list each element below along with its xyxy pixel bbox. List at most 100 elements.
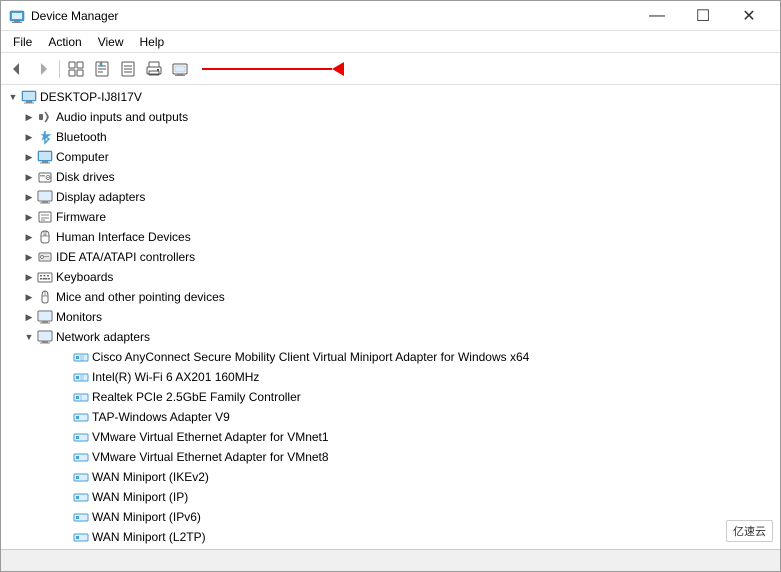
expander-audio[interactable]: ▶ (21, 109, 37, 125)
intel-wifi-label: Intel(R) Wi-Fi 6 AX201 160MHz (92, 370, 259, 384)
menu-view[interactable]: View (90, 33, 132, 51)
adapter-realtek-icon (73, 389, 89, 405)
menu-action[interactable]: Action (40, 33, 89, 51)
tree-node-firmware[interactable]: ▶ Firmware (1, 207, 780, 227)
tree-node-vmnet1[interactable]: ▶ VMware Virtual Ethernet Adapter for VM… (1, 427, 780, 447)
tree-node-root[interactable]: ▼ DESKTOP-IJ8I17V (1, 87, 780, 107)
bluetooth-icon (37, 129, 53, 145)
tree-node-tap[interactable]: ▶ TAP-Windows Adapter V9 (1, 407, 780, 427)
forward-button[interactable] (31, 57, 55, 81)
tree-node-wan-ip[interactable]: ▶ WAN Miniport (IP) (1, 487, 780, 507)
disk-icon (37, 169, 53, 185)
window-title: Device Manager (31, 9, 634, 23)
tap-label: TAP-Windows Adapter V9 (92, 410, 230, 424)
mouse-icon (37, 289, 53, 305)
device-manager-window: Device Manager — ☐ ✕ File Action View He… (0, 0, 781, 572)
menu-bar: File Action View Help (1, 31, 780, 53)
tree-node-intel-wifi[interactable]: ▶ Intel(R) Wi-Fi 6 AX201 160MHz (1, 367, 780, 387)
tree-node-display[interactable]: ▶ Display adapters (1, 187, 780, 207)
adapter-vmnet1-icon (73, 429, 89, 445)
expander-mouse[interactable]: ▶ (21, 289, 37, 305)
computer-icon (21, 89, 37, 105)
realtek-label: Realtek PCIe 2.5GbE Family Controller (92, 390, 301, 404)
display-label: Display adapters (56, 190, 145, 204)
vmnet1-label: VMware Virtual Ethernet Adapter for VMne… (92, 430, 329, 444)
tree-node-audio[interactable]: ▶ Audio inputs and outputs (1, 107, 780, 127)
monitor-icon (37, 309, 53, 325)
bluetooth-label: Bluetooth (56, 130, 107, 144)
status-bar (1, 549, 780, 571)
wan-ipv6-label: WAN Miniport (IPv6) (92, 510, 201, 524)
root-label: DESKTOP-IJ8I17V (40, 90, 142, 104)
tree-node-keyboard[interactable]: ▶ Keyboards (1, 267, 780, 287)
disk-label: Disk drives (56, 170, 115, 184)
network-icon (37, 329, 53, 345)
audio-icon (37, 109, 53, 125)
expander-firmware[interactable]: ▶ (21, 209, 37, 225)
tree-node-monitor[interactable]: ▶ Monitors (1, 307, 780, 327)
keyboard-label: Keyboards (56, 270, 113, 284)
vmnet8-label: VMware Virtual Ethernet Adapter for VMne… (92, 450, 329, 464)
expander-bluetooth[interactable]: ▶ (21, 129, 37, 145)
expander-hid[interactable]: ▶ (21, 229, 37, 245)
tree-node-vmnet8[interactable]: ▶ VMware Virtual Ethernet Adapter for VM… (1, 447, 780, 467)
tree-node-mouse[interactable]: ▶ Mice and other pointing devices (1, 287, 780, 307)
tree-view-content[interactable]: ▼ DESKTOP-IJ8I17V ▶ (1, 85, 780, 549)
hid-icon (37, 229, 53, 245)
back-button[interactable] (5, 57, 29, 81)
maximize-button[interactable]: ☐ (680, 1, 726, 31)
app-icon (9, 8, 25, 24)
device-view-button[interactable] (64, 57, 88, 81)
tree-node-bluetooth[interactable]: ▶ Bluetooth (1, 127, 780, 147)
expander-root[interactable]: ▼ (5, 89, 21, 105)
minimize-button[interactable]: — (634, 1, 680, 31)
toolbar (1, 53, 780, 85)
tree-node-realtek[interactable]: ▶ Realtek PCIe 2.5GbE Family Controller (1, 387, 780, 407)
expander-display[interactable]: ▶ (21, 189, 37, 205)
audio-label: Audio inputs and outputs (56, 110, 188, 124)
tree-node-wan-ipv6[interactable]: ▶ WAN Miniport (IPv6) (1, 507, 780, 527)
network-label: Network adapters (56, 330, 150, 344)
tree-node-wan-ikev2[interactable]: ▶ WAN Miniport (IKEv2) (1, 467, 780, 487)
tree-node-hid[interactable]: ▶ Human Interface Devices (1, 227, 780, 247)
tree-node-cisco[interactable]: ▶ Cisco AnyConnect Secure Mobility Clien… (1, 347, 780, 367)
firmware-icon (37, 209, 53, 225)
menu-file[interactable]: File (5, 33, 40, 51)
wan-ikev2-label: WAN Miniport (IKEv2) (92, 470, 209, 484)
expander-network[interactable]: ▼ (21, 329, 37, 345)
computer-sub-icon (37, 149, 53, 165)
expander-keyboard[interactable]: ▶ (21, 269, 37, 285)
device-tree: ▼ DESKTOP-IJ8I17V ▶ (1, 87, 780, 549)
resource-button[interactable] (116, 57, 140, 81)
scan-hardware-button[interactable] (168, 57, 192, 81)
tree-node-ide[interactable]: ▶ IDE ATA/ATAPI controllers (1, 247, 780, 267)
wan-ip-label: WAN Miniport (IP) (92, 490, 188, 504)
adapter-wan-ip-icon (73, 489, 89, 505)
tree-node-network[interactable]: ▼ Network adapters (1, 327, 780, 347)
hid-label: Human Interface Devices (56, 230, 191, 244)
ide-icon (37, 249, 53, 265)
arrow-annotation (202, 62, 344, 76)
mouse-label: Mice and other pointing devices (56, 290, 225, 304)
tree-node-wan-l2tp[interactable]: ▶ WAN Miniport (L2TP) (1, 527, 780, 547)
expander-disk[interactable]: ▶ (21, 169, 37, 185)
adapter-wan-ipv6-icon (73, 509, 89, 525)
menu-help[interactable]: Help (132, 33, 173, 51)
monitor-label: Monitors (56, 310, 102, 324)
title-bar: Device Manager — ☐ ✕ (1, 1, 780, 31)
keyboard-icon (37, 269, 53, 285)
properties-button[interactable] (90, 57, 114, 81)
print-button[interactable] (142, 57, 166, 81)
toolbar-sep-1 (59, 60, 60, 78)
adapter-cisco-icon (73, 349, 89, 365)
adapter-wan-ikev2-icon (73, 469, 89, 485)
adapter-wan-l2tp-icon (73, 529, 89, 545)
cisco-label: Cisco AnyConnect Secure Mobility Client … (92, 350, 529, 364)
close-button[interactable]: ✕ (726, 1, 772, 31)
expander-computer[interactable]: ▶ (21, 149, 37, 165)
tree-node-computer[interactable]: ▶ Computer (1, 147, 780, 167)
expander-ide[interactable]: ▶ (21, 249, 37, 265)
expander-monitor[interactable]: ▶ (21, 309, 37, 325)
adapter-intel-icon (73, 369, 89, 385)
tree-node-disk[interactable]: ▶ Disk drives (1, 167, 780, 187)
